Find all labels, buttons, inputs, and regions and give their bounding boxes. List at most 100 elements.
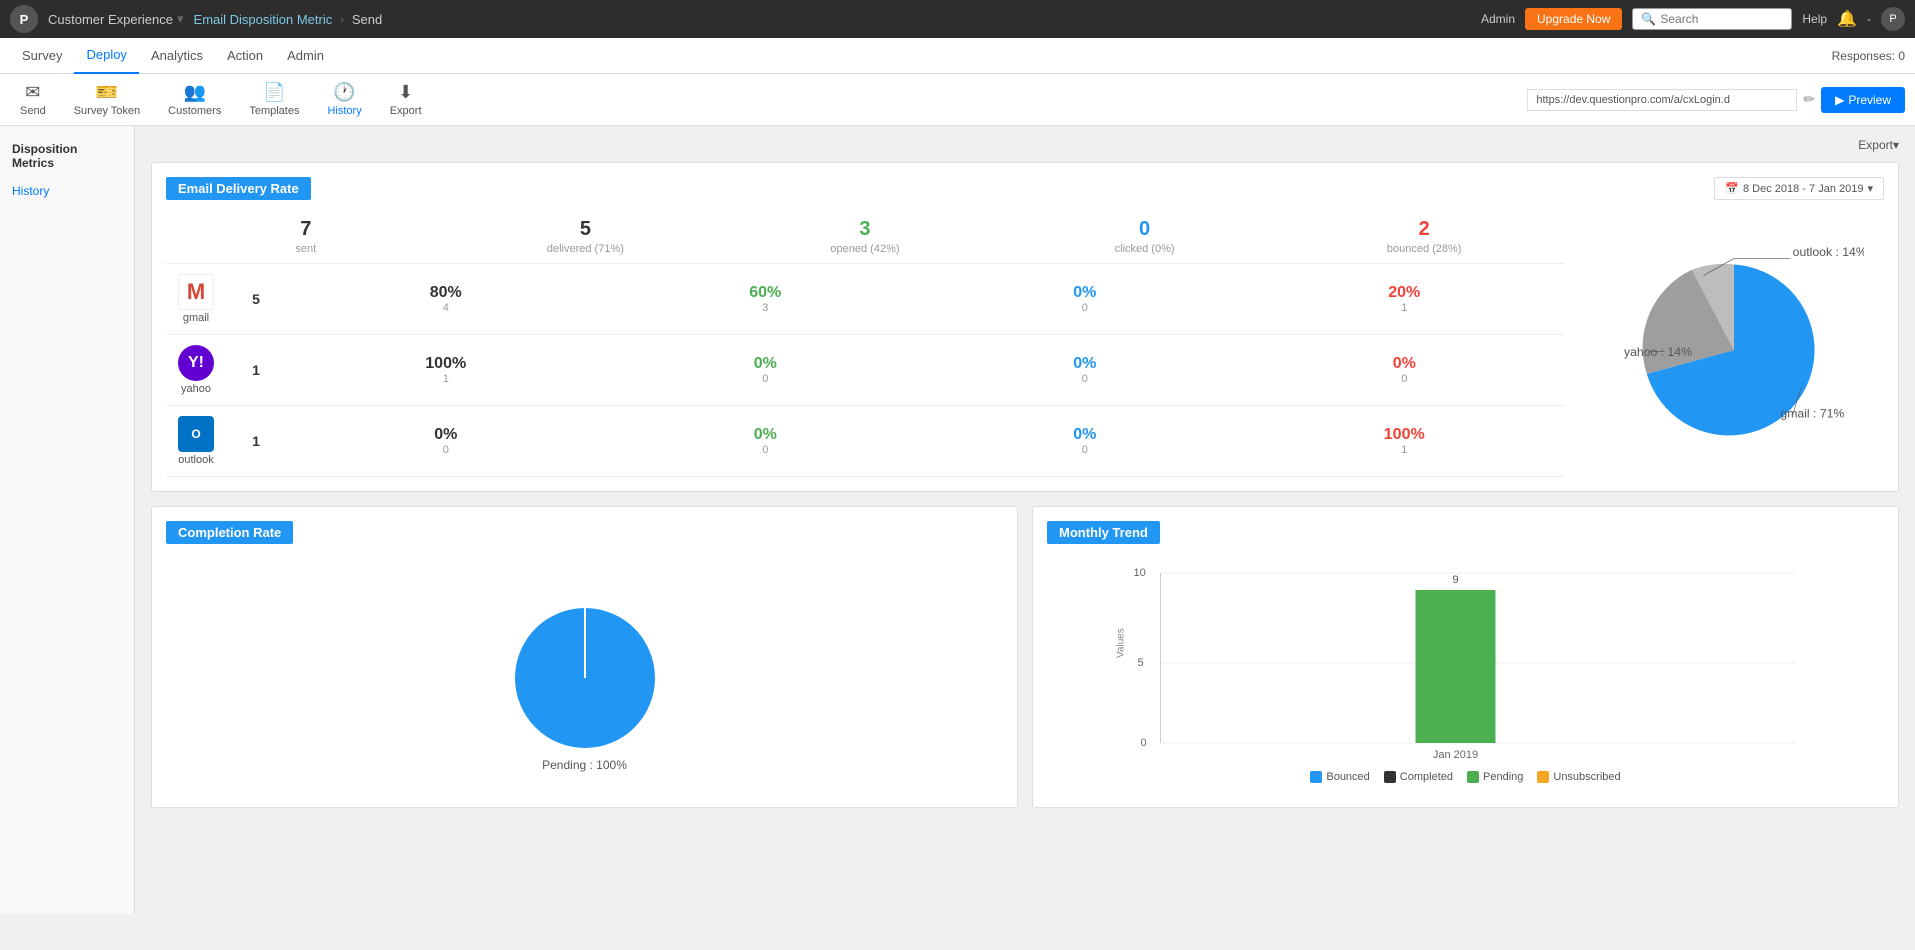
- sidebar-item-history[interactable]: History: [0, 176, 134, 206]
- preview-label: Preview: [1848, 93, 1891, 107]
- main-area: Export▾ Email Delivery Rate 📅 8 Dec 2018…: [135, 126, 1915, 914]
- total-delivered-cell: 5 delivered (71%): [446, 218, 726, 255]
- legend-completed-label: Completed: [1400, 771, 1453, 783]
- outlook-delivered-pct: 0%: [286, 426, 606, 444]
- toolbar-history[interactable]: 🕐 History: [317, 78, 371, 121]
- breadcrumb-part1[interactable]: Email Disposition Metric: [194, 12, 333, 27]
- legend-unsubscribed-dot: [1537, 771, 1549, 783]
- totals-row: 7 sent 5 delivered (71%) 3 opened (42%): [166, 210, 1564, 264]
- total-sent-cell: 7 sent: [166, 218, 446, 255]
- legend-pending-label: Pending: [1483, 771, 1523, 783]
- completion-rate-card: Completion Rate Pending : 100%: [151, 506, 1018, 808]
- survey-token-icon: 🎫: [96, 82, 118, 103]
- help-label[interactable]: Help: [1802, 12, 1827, 26]
- outlook-opened: 0% 0: [606, 426, 926, 456]
- edr-table: 7 sent 5 delivered (71%) 3 opened (42%): [166, 210, 1564, 477]
- nav-admin[interactable]: Admin: [275, 38, 336, 74]
- yahoo-opened-sub: 0: [606, 373, 926, 385]
- gmail-clicked-sub: 0: [925, 302, 1245, 314]
- toolbar-customers[interactable]: 👥 Customers: [158, 78, 231, 121]
- bar-value-label: 9: [1452, 574, 1458, 586]
- outlook-row: O outlook 1 0% 0 0% 0 0%: [166, 406, 1564, 477]
- survey-url-input[interactable]: [1527, 89, 1797, 111]
- yahoo-clicked-pct: 0%: [925, 355, 1245, 373]
- monthly-trend-card: Monthly Trend 10 5 0 Values: [1032, 506, 1899, 808]
- toolbar-send[interactable]: ✉ Send: [10, 78, 56, 121]
- outlook-count: 1: [226, 433, 286, 449]
- responses-info: Responses: 0: [1832, 49, 1905, 63]
- outlook-clicked: 0% 0: [925, 426, 1245, 456]
- x-label-jan2019: Jan 2019: [1433, 749, 1478, 758]
- gmail-opened: 60% 3: [606, 284, 926, 314]
- history-label: History: [327, 105, 361, 117]
- admin-label: Admin: [1481, 12, 1515, 26]
- user-avatar[interactable]: P: [1881, 7, 1905, 31]
- y-label-0: 0: [1141, 737, 1147, 749]
- preview-button[interactable]: ▶ Preview: [1821, 87, 1905, 113]
- date-dropdown-arrow: ▾: [1867, 182, 1873, 195]
- gmail-clicked-pct: 0%: [925, 284, 1245, 302]
- upgrade-button[interactable]: Upgrade Now: [1525, 8, 1622, 30]
- gmail-bounced: 20% 1: [1245, 284, 1565, 314]
- total-bounced-cell: 2 bounced (28%): [1284, 218, 1564, 255]
- gmail-delivered: 80% 4: [286, 284, 606, 314]
- nav-analytics[interactable]: Analytics: [139, 38, 215, 74]
- app-name[interactable]: Customer Experience ▾: [48, 11, 184, 27]
- search-input[interactable]: [1660, 12, 1790, 26]
- outlook-delivered: 0% 0: [286, 426, 606, 456]
- yahoo-row: Y! yahoo 1 100% 1 0% 0 0%: [166, 335, 1564, 406]
- send-icon: ✉: [25, 82, 40, 103]
- pie-label-yahoo: yahoo : 14%: [1624, 345, 1692, 359]
- edr-content: 7 sent 5 delivered (71%) 3 opened (42%): [166, 210, 1884, 477]
- legend-completed: Completed: [1384, 771, 1453, 783]
- total-clicked-cell: 0 clicked (0%): [1005, 218, 1285, 255]
- outlook-bounced-pct: 100%: [1245, 426, 1565, 444]
- toolbar-export[interactable]: ⬇ Export: [380, 78, 432, 121]
- y-label-10: 10: [1134, 567, 1146, 579]
- gmail-icon-cell: M gmail: [166, 274, 226, 324]
- gmail-bounced-sub: 1: [1245, 302, 1565, 314]
- gmail-delivered-pct: 80%: [286, 284, 606, 302]
- main-export-button[interactable]: Export▾: [1858, 138, 1899, 152]
- export-label: Export: [390, 105, 422, 117]
- nav-action[interactable]: Action: [215, 38, 275, 74]
- yahoo-opened-pct: 0%: [606, 355, 926, 373]
- y-label-5: 5: [1138, 657, 1144, 669]
- toolbar-templates[interactable]: 📄 Templates: [239, 78, 309, 121]
- notifications-bell-icon[interactable]: 🔔: [1837, 9, 1857, 29]
- preview-icon: ▶: [1835, 93, 1844, 107]
- toolbar-survey-token[interactable]: 🎫 Survey Token: [64, 78, 150, 121]
- completion-rate-title: Completion Rate: [166, 521, 293, 544]
- bar-jan2019: [1416, 590, 1496, 743]
- customers-label: Customers: [168, 105, 221, 117]
- yahoo-count: 1: [226, 362, 286, 378]
- yahoo-opened: 0% 0: [606, 355, 926, 385]
- search-icon: 🔍: [1641, 12, 1656, 26]
- bar-chart-svg: 10 5 0 Values 9: [1057, 558, 1874, 758]
- legend-pending-dot: [1467, 771, 1479, 783]
- sidebar-title: Disposition Metrics: [0, 136, 134, 176]
- nav-survey[interactable]: Survey: [10, 38, 74, 74]
- legend-completed-dot: [1384, 771, 1396, 783]
- total-opened-label: opened (42%): [725, 243, 1005, 255]
- total-sent-value: 7: [166, 218, 446, 241]
- date-range-button[interactable]: 📅 8 Dec 2018 - 7 Jan 2019 ▾: [1714, 177, 1884, 200]
- legend-unsubscribed-label: Unsubscribed: [1553, 771, 1620, 783]
- pie-chart-svg: outlook : 14% yahoo : 14% gmail : 71%: [1604, 234, 1864, 454]
- top-bar-right: Admin Upgrade Now 🔍 Help 🔔 - P: [1481, 7, 1905, 31]
- nav-deploy[interactable]: Deploy: [74, 38, 138, 74]
- breadcrumb-sep: ›: [340, 12, 344, 27]
- disposition-title-bar: Export▾: [151, 138, 1899, 152]
- search-box[interactable]: 🔍: [1632, 8, 1792, 30]
- edit-url-icon[interactable]: ✏: [1803, 91, 1815, 108]
- toolbar: ✉ Send 🎫 Survey Token 👥 Customers 📄 Temp…: [0, 74, 1915, 126]
- date-range-label: 8 Dec 2018 - 7 Jan 2019: [1743, 183, 1863, 195]
- completion-pie-svg: [485, 578, 685, 778]
- email-delivery-title: Email Delivery Rate: [166, 177, 311, 200]
- total-opened-value: 3: [725, 218, 1005, 241]
- monthly-trend-title: Monthly Trend: [1047, 521, 1160, 544]
- total-clicked-label: clicked (0%): [1005, 243, 1285, 255]
- yahoo-bounced: 0% 0: [1245, 355, 1565, 385]
- second-nav: Survey Deploy Analytics Action Admin Res…: [0, 38, 1915, 74]
- legend-unsubscribed: Unsubscribed: [1537, 771, 1620, 783]
